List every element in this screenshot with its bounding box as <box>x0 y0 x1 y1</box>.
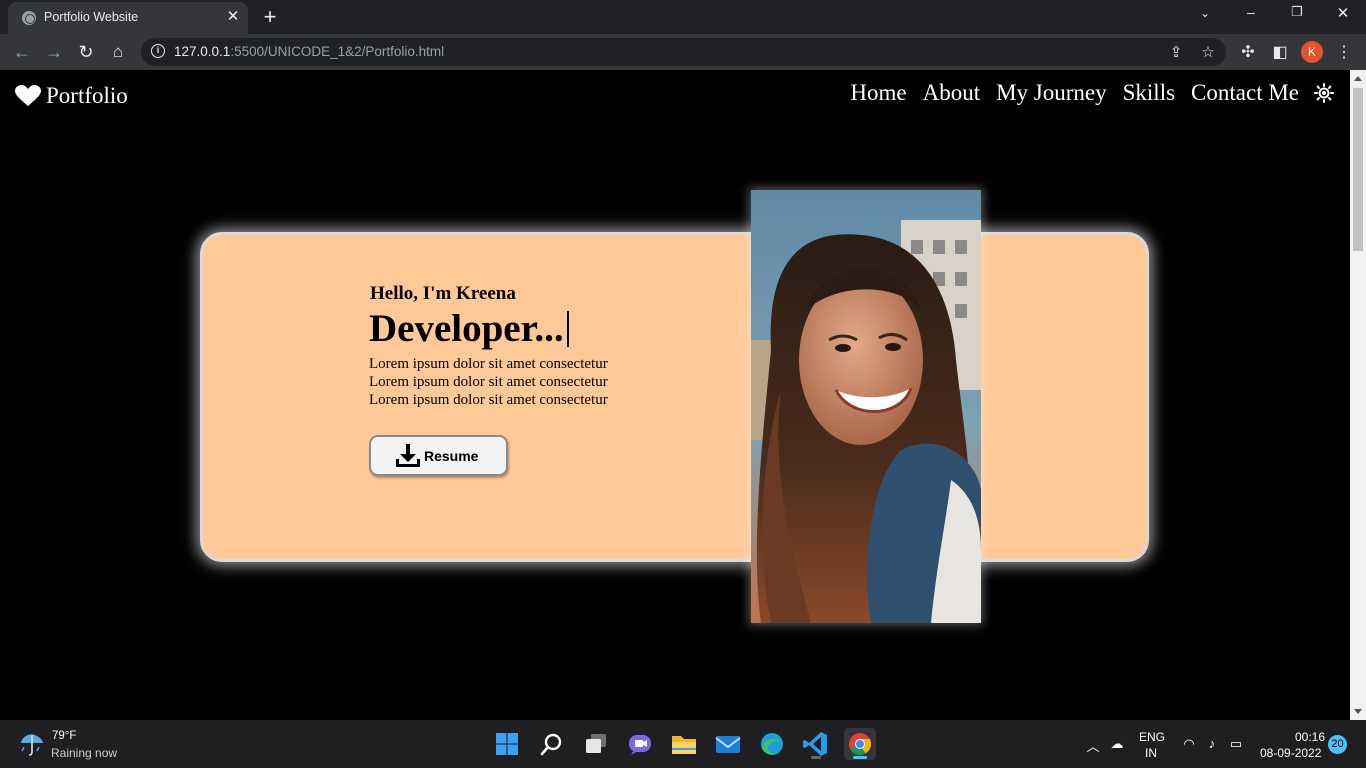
share-icon[interactable]: ⇪ <box>1167 43 1185 61</box>
scroll-down-arrow-icon[interactable] <box>1354 709 1362 714</box>
volume-icon[interactable]: ♪ <box>1203 736 1221 752</box>
url-text: 127.0.0.1:5500/UNICODE_1&2/Portfolio.htm… <box>174 44 445 59</box>
search-icon <box>540 733 562 756</box>
clock-date[interactable]: 08-09-2022 <box>1260 746 1321 760</box>
running-indicator <box>811 756 821 759</box>
start-icon <box>496 733 518 755</box>
hero-description: Lorem ipsum dolor sit amet consectetur L… <box>369 355 608 409</box>
edge-button[interactable] <box>756 728 788 760</box>
hero-greeting: Hello, I'm Kreena <box>370 283 516 304</box>
active-indicator <box>853 756 867 759</box>
wifi-icon[interactable]: ◠ <box>1180 736 1198 752</box>
reload-icon[interactable]: ↻ <box>75 41 97 63</box>
download-icon <box>396 443 420 467</box>
nav-about[interactable]: About <box>923 80 981 106</box>
umbrella-rain-icon[interactable] <box>19 731 45 757</box>
chat-button[interactable] <box>624 728 656 760</box>
globe-icon <box>22 11 36 25</box>
logo-text: Portfolio <box>46 83 128 108</box>
description-line: Lorem ipsum dolor sit amet consectetur <box>369 392 608 408</box>
description-line: Lorem ipsum dolor sit amet consectetur <box>369 356 608 372</box>
main-nav: Home About My Journey Skills Contact Me <box>850 80 1299 106</box>
show-hidden-icons-chevron-icon[interactable]: ︿ <box>1084 736 1102 754</box>
restore-button[interactable]: ❐ <box>1282 4 1312 20</box>
search-button[interactable] <box>536 728 568 760</box>
windows-taskbar: 79°F Raining now ︿ ☁ ENG IN ◠ ♪ ▭ 00:16 … <box>0 720 1366 768</box>
menu-kebab-icon[interactable]: ⋮ <box>1334 42 1354 62</box>
home-icon[interactable]: ⌂ <box>107 41 129 63</box>
task-view-icon <box>586 734 606 753</box>
profile-avatar[interactable]: K <box>1301 41 1323 63</box>
hero-role-text: Developer... <box>369 307 564 350</box>
profile-photo <box>751 190 981 623</box>
browser-toolbar: ← → ↻ ⌂ i 127.0.0.1:5500/UNICODE_1&2/Por… <box>0 34 1366 70</box>
heart-icon <box>15 85 41 106</box>
nav-skills[interactable]: Skills <box>1123 80 1175 106</box>
vscode-button[interactable] <box>800 728 832 760</box>
browser-tab[interactable]: Portfolio Website ✕ <box>8 2 248 34</box>
side-panel-icon[interactable]: ◧ <box>1270 42 1290 62</box>
minimize-button[interactable]: – <box>1236 4 1266 20</box>
extensions-icon[interactable]: ✣ <box>1238 42 1258 62</box>
description-line: Lorem ipsum dolor sit amet consectetur <box>369 374 608 390</box>
notification-badge[interactable]: 20 <box>1328 735 1347 754</box>
hero-role: Developer... <box>369 306 569 351</box>
site-info-icon[interactable]: i <box>151 44 165 58</box>
file-explorer-button[interactable] <box>668 728 700 760</box>
site-logo[interactable]: Portfolio <box>15 82 128 110</box>
battery-icon[interactable]: ▭ <box>1227 736 1245 752</box>
tab-title: Portfolio Website <box>44 10 139 24</box>
clock-time[interactable]: 00:16 <box>1295 730 1325 744</box>
back-arrow-icon[interactable]: ← <box>11 41 33 63</box>
page-scrollbar[interactable] <box>1350 70 1366 720</box>
typing-cursor <box>566 311 569 347</box>
forward-arrow-icon[interactable]: → <box>43 41 65 63</box>
language-bottom[interactable]: IN <box>1145 746 1157 760</box>
edge-icon <box>761 733 783 755</box>
page-viewport: Portfolio Home About My Journey Skills C… <box>0 70 1350 720</box>
bookmark-star-icon[interactable]: ☆ <box>1199 43 1217 61</box>
nav-contact-me[interactable]: Contact Me <box>1191 80 1299 106</box>
chrome-button[interactable] <box>844 728 876 760</box>
resume-label: Resume <box>424 447 479 464</box>
language-top[interactable]: ENG <box>1139 730 1165 744</box>
start-button[interactable] <box>491 728 523 760</box>
theme-toggle-sun-icon[interactable] <box>1314 83 1334 103</box>
close-window-button[interactable]: ✕ <box>1328 4 1358 22</box>
file-explorer-icon <box>672 736 696 754</box>
task-view-button[interactable] <box>580 728 612 760</box>
address-bar[interactable]: i 127.0.0.1:5500/UNICODE_1&2/Portfolio.h… <box>141 38 1226 66</box>
chat-icon <box>629 735 651 755</box>
nav-my-journey[interactable]: My Journey <box>996 80 1107 106</box>
onedrive-offline-icon[interactable]: ☁ <box>1108 736 1126 752</box>
mail-button[interactable] <box>712 728 744 760</box>
scroll-thumb[interactable] <box>1353 88 1363 251</box>
weather-temp: 79°F <box>52 730 77 742</box>
browser-tab-bar: Portfolio Website ✕ + ⌄ – ❐ ✕ <box>0 0 1366 34</box>
mail-icon <box>715 736 741 753</box>
nav-home[interactable]: Home <box>850 80 906 106</box>
close-tab-icon[interactable]: ✕ <box>224 8 242 26</box>
scroll-up-arrow-icon[interactable] <box>1354 76 1362 81</box>
new-tab-button[interactable]: + <box>259 4 281 30</box>
weather-condition: Raining now <box>51 746 118 760</box>
resume-download-button[interactable]: Resume <box>369 435 508 476</box>
hero-card <box>200 232 1149 562</box>
tab-search-icon[interactable]: ⌄ <box>1190 6 1220 20</box>
